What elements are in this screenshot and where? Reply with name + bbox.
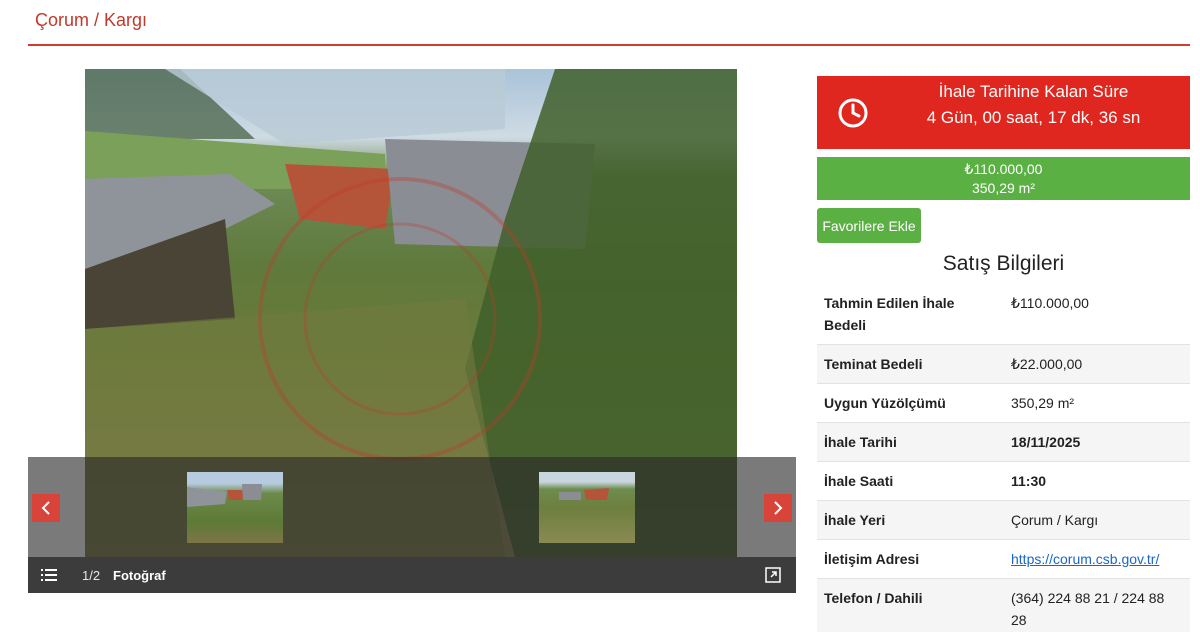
list-icon xyxy=(41,569,57,581)
gallery-toolbar: 1/2 Fotoğraf xyxy=(28,557,796,593)
expand-icon xyxy=(765,567,781,583)
chevron-right-icon xyxy=(774,501,783,515)
table-row: İhale Tarihi 18/11/2025 xyxy=(817,422,1190,462)
chevron-left-icon xyxy=(41,501,50,515)
add-to-favorites-button[interactable]: Favorilere Ekle xyxy=(817,208,921,243)
auction-time-value: 11:30 xyxy=(1004,461,1190,501)
countdown-title: İhale Tarihine Kalan Süre xyxy=(938,82,1129,101)
price-amount: ₺110.000,00 xyxy=(964,161,1043,177)
thumbnail-2-image xyxy=(559,488,609,500)
auction-date-label: İhale Tarihi xyxy=(817,422,1004,462)
table-row: İhale Yeri Çorum / Kargı xyxy=(817,500,1190,540)
auction-date-value: 18/11/2025 xyxy=(1004,422,1190,462)
photo-caption: Fotoğraf xyxy=(113,568,166,583)
price-area: 350,29 m² xyxy=(971,180,1036,196)
table-row: Tahmin Edilen İhale Bedeli ₺110.000,00 xyxy=(817,284,1190,345)
sales-info-table: Tahmin Edilen İhale Bedeli ₺110.000,00 T… xyxy=(817,284,1190,632)
deposit-label: Teminat Bedeli xyxy=(817,344,1004,384)
phone-label: Telefon / Dahili xyxy=(817,578,1004,632)
thumbnail-1-image xyxy=(187,484,262,507)
contact-address-label: İletişim Adresi xyxy=(817,539,1004,579)
previous-photo-button[interactable] xyxy=(32,494,60,522)
contact-address-link[interactable]: https://corum.csb.gov.tr/ xyxy=(1011,551,1159,567)
table-row: İletişim Adresi https://corum.csb.gov.tr… xyxy=(817,539,1190,579)
table-row: Telefon / Dahili (364) 224 88 21 / 224 8… xyxy=(817,578,1190,632)
table-row: Uygun Yüzölçümü 350,29 m² xyxy=(817,383,1190,423)
auction-countdown: İhale Tarihine Kalan Süre 4 Gün, 00 saat… xyxy=(817,76,1190,149)
thumbnail-1[interactable] xyxy=(187,472,283,543)
clock-icon xyxy=(838,98,868,128)
fullscreen-button[interactable] xyxy=(764,566,782,584)
auction-place-label: İhale Yeri xyxy=(817,500,1004,540)
thumbnail-2[interactable] xyxy=(539,472,635,543)
next-photo-button[interactable] xyxy=(764,494,792,522)
photo-counter: 1/2 xyxy=(82,568,101,583)
title-divider xyxy=(28,44,1190,46)
sales-info-title: Satış Bilgileri xyxy=(942,252,1065,275)
countdown-value: 4 Gün, 00 saat, 17 dk, 36 sn xyxy=(926,108,1141,127)
area-label: Uygun Yüzölçümü xyxy=(817,383,1004,423)
thumbnail-strip xyxy=(28,457,796,557)
price-box: ₺110.000,00 350,29 m² xyxy=(817,157,1190,200)
estimated-price-value: ₺110.000,00 xyxy=(1011,295,1089,311)
deposit-value: ₺22.000,00 xyxy=(1004,344,1190,384)
area-value: 350,29 m² xyxy=(1004,383,1190,423)
table-row: İhale Saati 11:30 xyxy=(817,461,1190,501)
auction-time-label: İhale Saati xyxy=(817,461,1004,501)
auction-place-value: Çorum / Kargı xyxy=(1004,500,1190,540)
estimated-price-label: Tahmin Edilen İhale Bedeli xyxy=(824,295,955,333)
thumbnail-list-button[interactable] xyxy=(40,566,58,584)
phone-value: (364) 224 88 21 / 224 88 28 xyxy=(1004,578,1190,632)
page-title: Çorum / Kargı xyxy=(35,10,148,30)
table-row: Teminat Bedeli ₺22.000,00 xyxy=(817,344,1190,384)
photo-gallery: 1/2 Fotoğraf xyxy=(28,69,796,593)
